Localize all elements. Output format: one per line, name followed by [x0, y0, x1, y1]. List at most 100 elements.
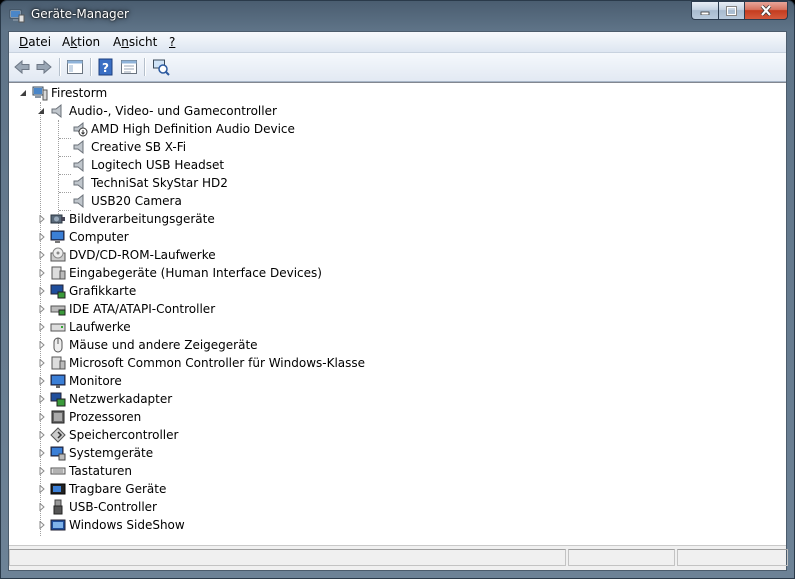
tree-category[interactable]: IDE ATA/ATAPI-Controller	[37, 300, 215, 318]
tree-category[interactable]: Microsoft Common Controller für Windows-…	[37, 354, 365, 372]
tree-root[interactable]: Firestorm	[19, 84, 107, 102]
tree-category[interactable]: Monitore	[37, 372, 122, 390]
expand-arrow-icon[interactable]	[38, 431, 46, 439]
tree-category[interactable]: Tastaturen	[37, 462, 132, 480]
tree-category[interactable]: Speichercontroller	[37, 426, 178, 444]
category-label: Audio-, Video- und Gamecontroller	[69, 104, 277, 118]
monitor-icon	[50, 374, 66, 388]
tree-category[interactable]: Bildverarbeitungsgeräte	[37, 210, 215, 228]
tree-category[interactable]: USB-Controller	[37, 498, 157, 516]
root-label: Firestorm	[51, 86, 108, 100]
expand-arrow-icon[interactable]	[38, 269, 46, 277]
device-item[interactable]: USB20 Camera	[72, 192, 182, 210]
tree-category-audio[interactable]: Audio-, Video- und Gamecontroller	[37, 102, 277, 120]
maximize-button[interactable]	[718, 1, 744, 20]
close-button[interactable]	[744, 1, 788, 20]
keyboard-icon	[50, 467, 66, 475]
device-item[interactable]: Logitech USB Headset	[72, 156, 224, 174]
category-label: USB-Controller	[69, 500, 157, 514]
status-panel-main	[9, 549, 566, 566]
category-label: Speichercontroller	[69, 428, 179, 442]
tree-category[interactable]: Netzwerkadapter	[37, 390, 172, 408]
network-adapter-icon	[50, 392, 66, 407]
speaker-icon	[73, 139, 84, 155]
console-tree-icon[interactable]	[66, 58, 84, 76]
tree-category[interactable]: DVD/CD-ROM-Laufwerke	[37, 246, 216, 264]
menu-datei[interactable]: Datei	[19, 35, 51, 49]
scan-hardware-icon[interactable]	[152, 58, 170, 76]
expand-arrow-icon[interactable]	[38, 467, 46, 475]
device-tree: Firestorm Audio-, Video- und Gamecontrol…	[9, 82, 786, 549]
menu-ansicht[interactable]: Ansicht	[113, 35, 157, 49]
expand-arrow-icon[interactable]	[38, 521, 46, 529]
title-bar[interactable]: Geräte-Manager	[1, 1, 794, 31]
category-label: Netzwerkadapter	[69, 392, 173, 406]
device-label: USB20 Camera	[91, 194, 182, 208]
computer-icon	[32, 86, 48, 101]
tree-category[interactable]: Computer	[37, 228, 129, 246]
device-item[interactable]: AMD High Definition Audio Device	[72, 120, 295, 138]
tree-category[interactable]: Grafikkarte	[37, 282, 136, 300]
expand-arrow-icon[interactable]	[38, 377, 46, 385]
speaker-icon	[73, 193, 84, 209]
category-label: IDE ATA/ATAPI-Controller	[69, 302, 216, 316]
expand-arrow-icon[interactable]	[38, 287, 46, 295]
expand-arrow-icon[interactable]	[38, 413, 46, 421]
device-label: AMD High Definition Audio Device	[91, 122, 295, 136]
window-title: Geräte-Manager	[31, 7, 129, 21]
disk-drive-icon	[50, 323, 66, 332]
dvd-drive-icon	[50, 247, 66, 262]
client-area: Datei Aktion Ansicht ? ? Firestorm Audio…	[8, 31, 788, 571]
back-arrow-icon[interactable]	[13, 58, 31, 76]
tree-category[interactable]: Eingabegeräte (Human Interface Devices)	[37, 264, 322, 282]
category-label: Bildverarbeitungsgeräte	[69, 212, 215, 226]
mouse-icon	[53, 337, 63, 353]
storage-controller-icon	[50, 427, 66, 443]
tree-category[interactable]: Windows SideShow	[37, 516, 185, 534]
menu-bar: Datei Aktion Ansicht ?	[9, 32, 786, 53]
expand-arrow-icon[interactable]	[38, 251, 46, 259]
minimize-button[interactable]	[691, 1, 718, 20]
tree-category[interactable]: Prozessoren	[37, 408, 141, 426]
tree-category[interactable]: Tragbare Geräte	[37, 480, 166, 498]
device-label: TechniSat SkyStar HD2	[91, 176, 228, 190]
category-label: Grafikkarte	[69, 284, 137, 298]
expand-arrow-icon[interactable]	[38, 305, 46, 313]
collapse-arrow-icon[interactable]	[37, 107, 45, 115]
svg-text:?: ?	[102, 61, 109, 75]
speaker-icon	[73, 157, 84, 173]
expand-arrow-icon[interactable]	[38, 449, 46, 457]
collapse-arrow-icon[interactable]	[19, 89, 27, 97]
speaker-icon	[73, 175, 84, 191]
forward-arrow-icon[interactable]	[35, 58, 53, 76]
expand-arrow-icon[interactable]	[38, 215, 46, 223]
tree-category[interactable]: Laufwerke	[37, 318, 131, 336]
device-item[interactable]: Creative SB X-Fi	[72, 138, 186, 156]
speaker-disabled-icon	[73, 121, 88, 137]
device-label: Creative SB X-Fi	[91, 140, 187, 154]
menu-aktion[interactable]: Aktion	[62, 35, 100, 49]
expand-arrow-icon[interactable]	[38, 323, 46, 331]
speaker-icon	[51, 103, 62, 119]
computer-icon	[50, 230, 65, 243]
menu-help[interactable]: ?	[169, 35, 175, 49]
category-label: Microsoft Common Controller für Windows-…	[69, 356, 366, 370]
expand-arrow-icon[interactable]	[38, 359, 46, 367]
device-item[interactable]: TechniSat SkyStar HD2	[72, 174, 228, 192]
tree-category[interactable]: Mäuse und andere Zeigegeräte	[37, 336, 258, 354]
expand-arrow-icon[interactable]	[38, 341, 46, 349]
expand-arrow-icon[interactable]	[38, 395, 46, 403]
expand-arrow-icon[interactable]	[38, 503, 46, 511]
expand-arrow-icon[interactable]	[38, 233, 46, 241]
status-panel-2	[568, 549, 675, 566]
category-label: Monitore	[69, 374, 122, 388]
display-adapter-icon	[50, 284, 66, 299]
device-label: Logitech USB Headset	[91, 158, 225, 172]
properties-icon[interactable]	[120, 58, 138, 76]
tree-category[interactable]: Systemgeräte	[37, 444, 153, 462]
category-label: DVD/CD-ROM-Laufwerke	[69, 248, 216, 262]
expand-arrow-icon[interactable]	[38, 485, 46, 493]
system-devices-icon	[50, 446, 66, 461]
controller-icon	[51, 356, 66, 370]
help-icon[interactable]: ?	[97, 58, 115, 76]
